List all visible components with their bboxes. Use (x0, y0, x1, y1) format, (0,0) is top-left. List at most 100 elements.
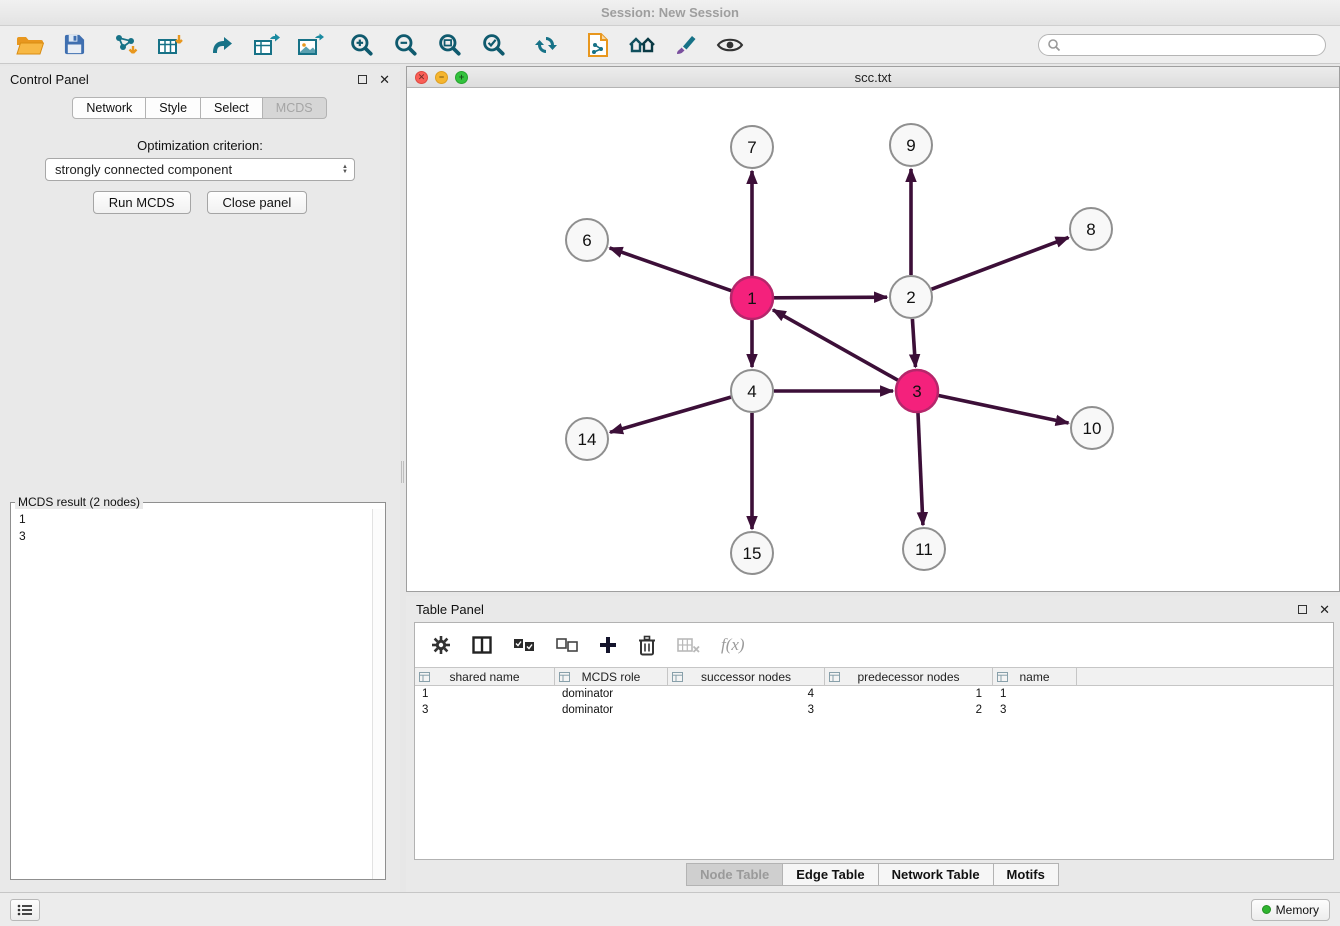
control-panel-tabs: Network Style Select MCDS (0, 97, 400, 119)
gear-glyph (431, 635, 451, 655)
export-image-icon[interactable] (294, 30, 326, 60)
run-mcds-button[interactable]: Run MCDS (93, 191, 191, 214)
table-cell[interactable]: 1 (993, 688, 1077, 700)
network-node[interactable]: 10 (1071, 407, 1113, 449)
network-graph[interactable]: 7 9 6 8 1 2 4 3 14 10 15 11 (407, 89, 1339, 592)
trash-glyph (638, 635, 656, 656)
table-cell[interactable]: dominator (555, 704, 668, 716)
function-builder-icon[interactable]: f(x) (721, 635, 745, 655)
tab-edge-table[interactable]: Edge Table (782, 863, 878, 886)
table-tabs: Node Table Edge Table Network Table Moti… (406, 863, 1340, 886)
table-row[interactable]: 3dominator323 (415, 702, 1333, 718)
memory-button[interactable]: Memory (1251, 899, 1330, 921)
network-node[interactable]: 1 (731, 277, 773, 319)
minimize-window-icon[interactable]: − (435, 71, 448, 84)
table-cell[interactable]: 2 (825, 704, 993, 716)
close-panel-button[interactable]: Close panel (207, 191, 308, 214)
show-hide-icon[interactable] (714, 30, 746, 60)
refresh-icon[interactable] (530, 30, 562, 60)
show-columns-icon[interactable] (472, 636, 492, 654)
close-table-panel-icon[interactable]: ✕ (1319, 603, 1330, 616)
network-node[interactable]: 3 (896, 370, 938, 412)
network-edge[interactable] (774, 297, 887, 298)
float-panel-icon[interactable] (358, 75, 367, 84)
network-edge[interactable] (932, 237, 1069, 289)
tab-mcds[interactable]: MCDS (262, 97, 327, 119)
network-edge[interactable] (773, 310, 898, 380)
tab-node-table[interactable]: Node Table (686, 863, 783, 886)
delete-column-icon[interactable] (638, 635, 656, 656)
tab-select[interactable]: Select (200, 97, 263, 119)
network-edge[interactable] (610, 397, 731, 432)
export-network-icon[interactable] (206, 30, 238, 60)
zoom-selected-icon[interactable] (478, 30, 510, 60)
export-image-glyph (297, 33, 324, 57)
select-all-icon[interactable] (513, 638, 535, 652)
table-row[interactable]: 1dominator411 (415, 686, 1333, 702)
export-table-icon[interactable] (250, 30, 282, 60)
delete-table-icon[interactable] (677, 637, 700, 653)
column-header[interactable]: successor nodes (668, 668, 825, 685)
network-node[interactable]: 2 (890, 276, 932, 318)
maximize-window-icon[interactable]: + (455, 71, 468, 84)
network-node[interactable]: 6 (566, 219, 608, 261)
table-settings-icon[interactable] (431, 635, 451, 655)
table-cell[interactable]: 1 (415, 688, 555, 700)
search-box[interactable] (1038, 34, 1326, 56)
network-node[interactable]: 9 (890, 124, 932, 166)
node-table-body: 1dominator4113dominator323 (415, 686, 1333, 718)
open-file-icon[interactable] (14, 30, 46, 60)
tab-network[interactable]: Network (72, 97, 146, 119)
close-panel-icon[interactable]: ✕ (379, 73, 390, 86)
criterion-dropdown[interactable]: strongly connected component ▲▼ (45, 158, 355, 181)
checked-boxes-glyph (513, 638, 535, 652)
import-table-icon[interactable] (154, 30, 186, 60)
save-session-icon[interactable] (58, 30, 90, 60)
zoom-in-icon[interactable] (346, 30, 378, 60)
column-header[interactable]: shared name (415, 668, 555, 685)
tab-motifs[interactable]: Motifs (993, 863, 1059, 886)
table-cell[interactable]: 4 (668, 688, 825, 700)
column-header[interactable]: name (993, 668, 1077, 685)
column-header[interactable]: MCDS role (555, 668, 668, 685)
first-neighbors-icon[interactable] (626, 30, 658, 60)
table-panel-header: Table Panel ✕ (406, 596, 1340, 622)
network-edge[interactable] (610, 248, 732, 291)
network-edge[interactable] (939, 396, 1069, 423)
table-cell[interactable]: 3 (415, 704, 555, 716)
close-window-icon[interactable]: ✕ (415, 71, 428, 84)
network-edge[interactable] (918, 413, 923, 525)
tab-network-table[interactable]: Network Table (878, 863, 994, 886)
network-node[interactable]: 8 (1070, 208, 1112, 250)
tab-style[interactable]: Style (145, 97, 201, 119)
network-window-titlebar[interactable]: ✕ − + scc.txt (407, 67, 1339, 88)
network-node[interactable]: 4 (731, 370, 773, 412)
search-input[interactable] (1066, 38, 1317, 52)
network-canvas[interactable]: 7 9 6 8 1 2 4 3 14 10 15 11 (407, 89, 1339, 591)
add-column-icon[interactable] (599, 636, 617, 654)
float-table-panel-icon[interactable] (1298, 605, 1307, 614)
network-node[interactable]: 11 (903, 528, 945, 570)
column-header[interactable]: predecessor nodes (825, 668, 993, 685)
result-scrollbar[interactable] (372, 509, 385, 879)
zoom-out-icon[interactable] (390, 30, 422, 60)
import-network-glyph (113, 33, 139, 57)
brush-glyph (674, 33, 698, 57)
network-node[interactable]: 14 (566, 418, 608, 460)
zoom-fit-icon[interactable] (434, 30, 466, 60)
show-panels-button[interactable] (10, 899, 40, 921)
node-label: 7 (747, 138, 756, 157)
clone-network-icon[interactable] (582, 30, 614, 60)
node-label: 8 (1086, 220, 1095, 239)
network-node[interactable]: 7 (731, 126, 773, 168)
import-network-icon[interactable] (110, 30, 142, 60)
table-cell[interactable]: 3 (668, 704, 825, 716)
deselect-all-icon[interactable] (556, 638, 578, 652)
network-edge[interactable] (912, 319, 915, 367)
table-cell[interactable]: 3 (993, 704, 1077, 716)
window-titlebar[interactable]: Session: New Session (0, 0, 1340, 26)
apply-style-icon[interactable] (670, 30, 702, 60)
table-cell[interactable]: 1 (825, 688, 993, 700)
table-cell[interactable]: dominator (555, 688, 668, 700)
network-node[interactable]: 15 (731, 532, 773, 574)
